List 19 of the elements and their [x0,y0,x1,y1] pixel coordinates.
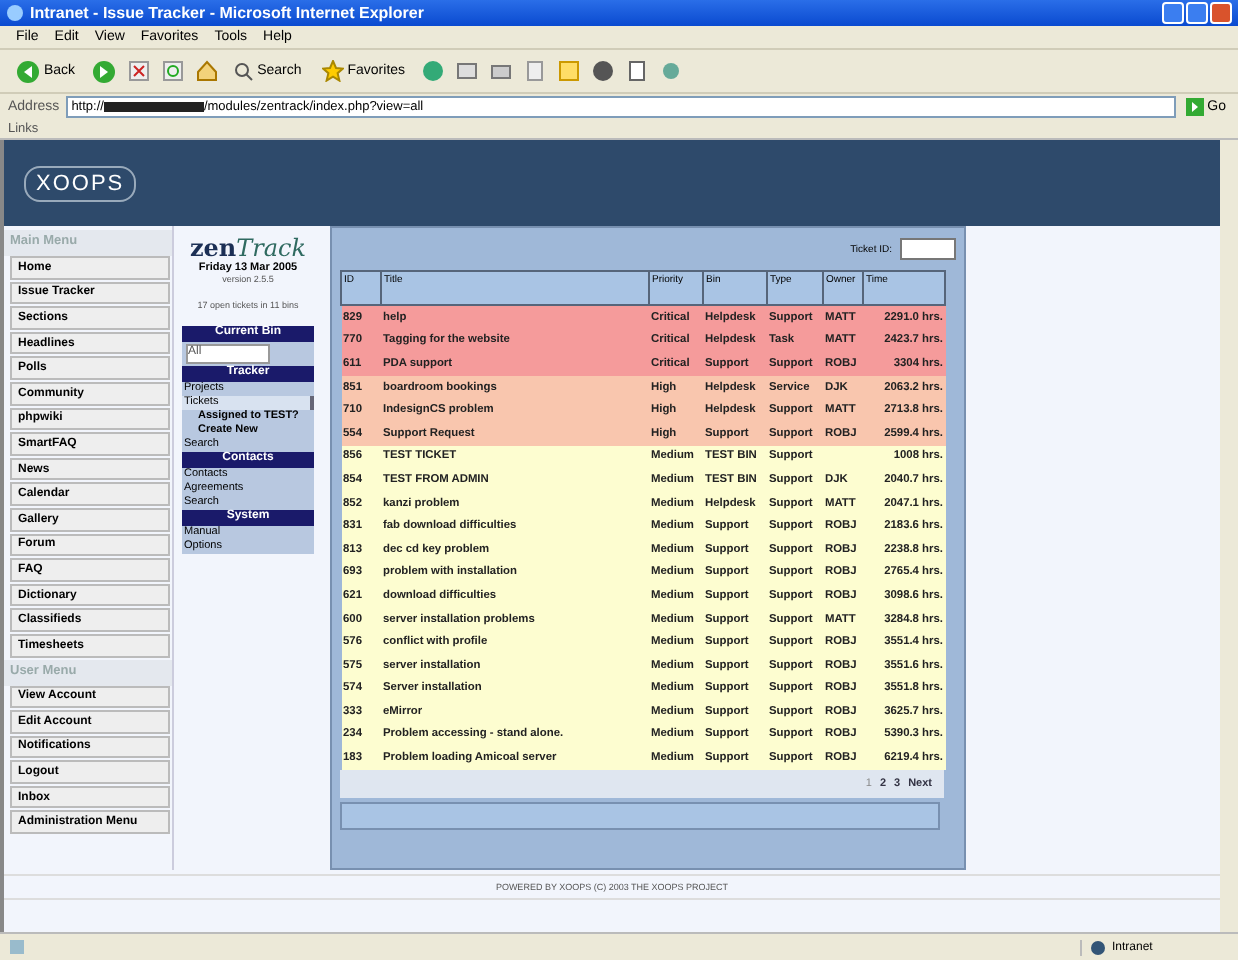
page-icon [8,938,26,956]
window-title: Intranet - Issue Tracker - Microsoft Internet Explorer [30,4,424,22]
site-logo[interactable]: XOOPS [24,165,137,201]
browser-icon [6,4,24,22]
close-button[interactable] [1210,2,1232,24]
app-logo: zenTrack [189,234,307,262]
page-icon[interactable] [625,60,648,82]
arrow-icon [1185,97,1204,115]
stop-icon[interactable] [127,60,150,82]
note-icon[interactable] [557,60,580,82]
minimize-button[interactable] [1162,2,1184,24]
circle-icon[interactable] [591,60,614,82]
globe-icon [1090,939,1106,955]
maximize-button[interactable] [1186,2,1208,24]
refresh-icon[interactable] [161,60,184,82]
search-icon [233,61,254,81]
star-icon [321,60,344,82]
ticket-id-field[interactable] [900,238,956,260]
home-icon[interactable] [195,60,218,82]
